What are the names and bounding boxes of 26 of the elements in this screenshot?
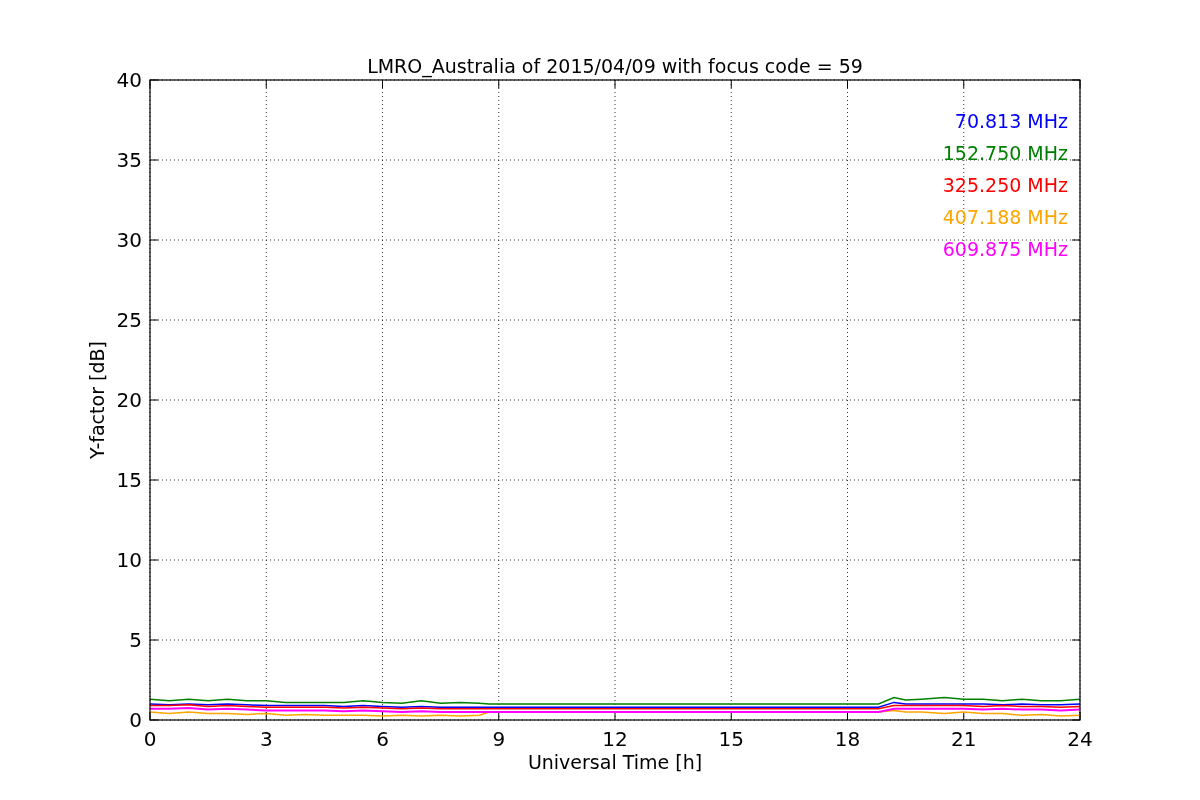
x-tick-label: 21 bbox=[951, 727, 977, 751]
x-tick-label: 0 bbox=[143, 727, 157, 751]
x-axis-label: Universal Time [h] bbox=[527, 751, 703, 773]
y-tick-label: 40 bbox=[116, 68, 142, 92]
legend-label: 152.750 MHz bbox=[942, 142, 1068, 164]
x-tick-label: 6 bbox=[376, 727, 389, 751]
y-tick-label: 15 bbox=[116, 468, 142, 492]
x-tick-label: 12 bbox=[602, 727, 628, 751]
legend-label: 609.875 MHz bbox=[942, 238, 1068, 260]
x-tick-label: 3 bbox=[259, 727, 273, 751]
y-tick-label: 5 bbox=[129, 628, 142, 652]
y-tick-label: 30 bbox=[116, 228, 142, 252]
y-tick-label: 0 bbox=[129, 708, 142, 732]
legend-label: 325.250 MHz bbox=[942, 174, 1068, 196]
chart-title: LMRO_Australia of 2015/04/09 with focus code = 59 bbox=[367, 55, 863, 77]
x-tick-label: 15 bbox=[718, 727, 744, 751]
x-tick-label: 9 bbox=[492, 727, 506, 751]
x-tick-label: 24 bbox=[1067, 727, 1093, 751]
x-tick-label: 18 bbox=[834, 727, 861, 751]
y-tick-label: 25 bbox=[116, 308, 142, 332]
legend-label: 70.813 MHz bbox=[954, 110, 1068, 132]
legend-label: 407.188 MHz bbox=[942, 206, 1068, 228]
y-tick-label: 10 bbox=[116, 548, 142, 572]
y-axis-label: Y-factor [dB] bbox=[86, 341, 108, 459]
y-tick-label: 20 bbox=[116, 388, 142, 412]
y-tick-label: 35 bbox=[116, 148, 142, 172]
